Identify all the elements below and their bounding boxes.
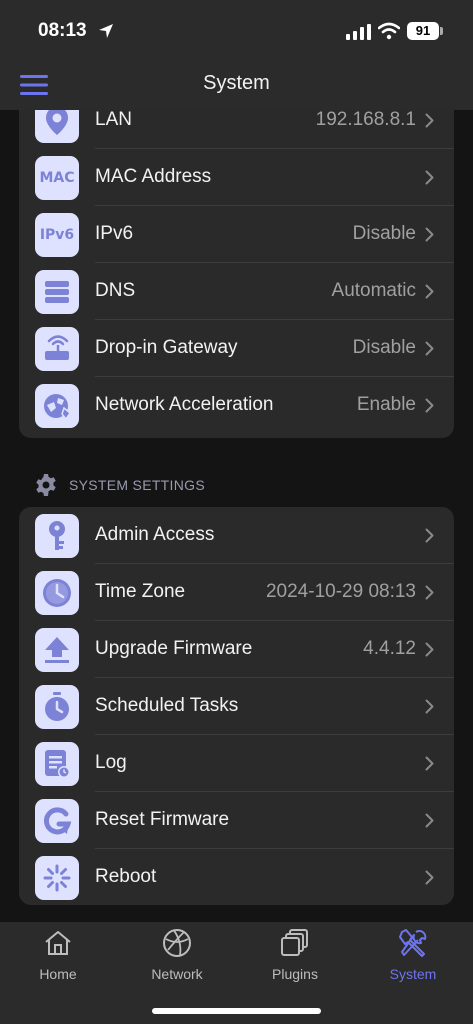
upload-icon [35, 628, 79, 672]
header-bar: System [0, 60, 473, 110]
network-acceleration-row[interactable]: Network Acceleration Enable [19, 377, 454, 434]
row-label: Admin Access [95, 524, 215, 545]
row-value: 192.168.8.1 [315, 110, 416, 130]
settings-scroll-area[interactable]: LAN 192.168.8.1 MAC MAC Address IPv6 IPv… [0, 110, 473, 922]
globe-icon [163, 929, 191, 957]
admin-access-row[interactable]: Admin Access [19, 507, 454, 564]
chevron-right-icon [425, 170, 434, 185]
reboot-row[interactable]: Reboot [19, 849, 454, 905]
tab-label: Plugins [272, 966, 318, 982]
log-row[interactable]: Log [19, 735, 454, 792]
home-icon [45, 931, 71, 955]
tab-label: Network [151, 966, 203, 982]
chevron-right-icon [425, 284, 434, 299]
location-arrow-icon [99, 24, 113, 38]
router-icon [35, 327, 79, 371]
tab-network[interactable]: Network [132, 928, 222, 984]
system-settings-group: Admin Access Time Zone 2024-10-29 08:13 … [19, 507, 454, 905]
row-label: IPv6 [95, 223, 134, 244]
home-indicator [152, 1008, 321, 1014]
tab-home[interactable]: Home [13, 928, 103, 984]
location-pin-icon [35, 110, 79, 143]
reset-firmware-row[interactable]: Reset Firmware [19, 792, 454, 849]
section-title: SYSTEM SETTINGS [69, 477, 205, 493]
network-settings-group: LAN 192.168.8.1 MAC MAC Address IPv6 IPv… [19, 110, 454, 438]
chevron-right-icon [425, 756, 434, 771]
wifi-icon [378, 22, 400, 40]
row-label: DNS [95, 280, 136, 301]
ipv6-row[interactable]: IPv6 IPv6 Disable [19, 206, 454, 263]
chevron-right-icon [425, 699, 434, 714]
mac-address-row[interactable]: MAC MAC Address [19, 149, 454, 206]
acceleration-icon [35, 384, 79, 428]
row-value: 4.4.12 [363, 638, 416, 659]
status-time: 08:13 [38, 20, 87, 41]
row-value: 2024-10-29 08:13 [265, 581, 416, 602]
tab-system[interactable]: System [368, 928, 458, 984]
row-label: Network Acceleration [95, 394, 274, 415]
tab-plugins[interactable]: Plugins [250, 928, 340, 984]
plugins-icon [281, 929, 308, 956]
mac-icon: MAC [35, 156, 79, 200]
drop-in-gateway-row[interactable]: Drop-in Gateway Disable [19, 320, 454, 377]
scheduled-tasks-row[interactable]: Scheduled Tasks [19, 678, 454, 735]
cellular-signal-icon [346, 24, 371, 40]
chevron-right-icon [425, 642, 434, 657]
time-zone-row[interactable]: Time Zone 2024-10-29 08:13 [19, 564, 454, 621]
battery-nub [440, 27, 443, 35]
chevron-right-icon [425, 341, 434, 356]
row-label: Upgrade Firmware [95, 638, 253, 659]
chevron-right-icon [425, 113, 434, 128]
gear-icon [36, 474, 56, 496]
chevron-right-icon [425, 585, 434, 600]
upgrade-firmware-row[interactable]: Upgrade Firmware 4.4.12 [19, 621, 454, 678]
row-label: Time Zone [95, 581, 186, 602]
lan-row[interactable]: LAN 192.168.8.1 [19, 110, 454, 149]
row-value: Automatic [331, 280, 416, 301]
row-label: Drop-in Gateway [95, 337, 238, 358]
row-value: Disable [352, 223, 416, 244]
row-label: LAN [95, 110, 132, 130]
row-label: Scheduled Tasks [95, 695, 239, 716]
row-label: Reboot [95, 866, 157, 887]
clock-icon [35, 571, 79, 615]
page-title: System [203, 72, 270, 94]
dns-row[interactable]: DNS Automatic [19, 263, 454, 320]
server-icon [35, 270, 79, 314]
chevron-right-icon [425, 870, 434, 885]
row-value: Disable [352, 337, 416, 358]
tab-label: Home [39, 966, 77, 982]
ipv6-icon: IPv6 [35, 213, 79, 257]
chevron-right-icon [425, 528, 434, 543]
status-bar: 08:13 91 [0, 0, 473, 60]
chevron-right-icon [425, 227, 434, 242]
stopwatch-icon [35, 685, 79, 729]
reset-icon [35, 799, 79, 843]
chevron-right-icon [425, 398, 434, 413]
row-value: Enable [356, 394, 416, 415]
log-icon [35, 742, 79, 786]
ipv6-icon-text: IPv6 [39, 227, 75, 243]
battery-indicator: 91 [407, 22, 439, 40]
chevron-right-icon [425, 813, 434, 828]
row-label: Log [95, 752, 127, 773]
key-icon [35, 514, 79, 558]
tab-label: System [389, 966, 437, 982]
row-label: Reset Firmware [95, 809, 230, 830]
tools-icon [399, 929, 427, 957]
reboot-icon [35, 856, 79, 900]
row-label: MAC Address [95, 166, 212, 187]
mac-icon-text: MAC [39, 170, 75, 186]
